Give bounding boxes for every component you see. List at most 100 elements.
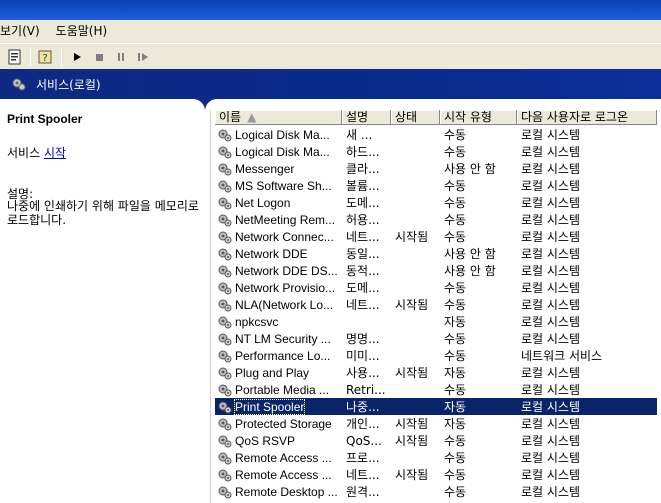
service-name: Protected Storage (235, 416, 332, 431)
table-row[interactable]: npkcsvc 자동 로컬 시스템 (215, 313, 657, 330)
service-logon-cell: 로컬 시스템 (521, 281, 581, 295)
service-name-cell: Print Spooler (215, 398, 342, 415)
start-service-button[interactable] (66, 46, 88, 68)
table-row[interactable]: Network DDE DS... 동적... 사용 안 함 로컬 시스템 (215, 262, 657, 279)
toolbar-properties-button[interactable] (4, 46, 26, 68)
service-logon-cell: 로컬 시스템 (521, 264, 581, 278)
service-startup-cell: 수동 (444, 332, 467, 346)
table-row[interactable]: Portable Media ... Retri... 수동 로컬 시스템 (215, 381, 657, 398)
service-description-cell: 네트... (346, 230, 380, 244)
menu-help[interactable]: 도움말(H) (56, 20, 114, 42)
window-title-strip (0, 0, 661, 20)
service-description-cell: 개인... (346, 417, 380, 431)
service-name-cell: Logical Disk Ma... (215, 127, 342, 143)
table-row[interactable]: NetMeeting Rem... 허용... 수동 로컬 시스템 (215, 211, 657, 228)
table-row[interactable]: Net Logon 도메... 수동 로컬 시스템 (215, 194, 657, 211)
service-description-cell: 미미... (346, 349, 380, 363)
column-header-name[interactable]: 이름 ▲ (215, 110, 342, 125)
column-header-logon-as[interactable]: 다음 사용자로 로그온 (517, 110, 657, 125)
service-description-cell: 동일... (346, 247, 380, 261)
start-service-link[interactable]: 시작 (44, 146, 66, 160)
toolbar-help-button[interactable]: ? (35, 46, 57, 68)
service-startup-cell: 수동 (444, 383, 467, 397)
table-row[interactable]: Protected Storage 개인... 시작됨 자동 로컬 시스템 (215, 415, 657, 432)
column-header-startup-type[interactable]: 시작 유형 (440, 110, 517, 125)
service-logon-cell: 네트워크 서비스 (521, 349, 603, 363)
table-row[interactable]: Logical Disk Ma... 하드... 수동 로컬 시스템 (215, 143, 657, 160)
service-name: Remote Access ... (235, 467, 332, 482)
service-description-cell: 새 ... (346, 128, 373, 142)
gear-icon (218, 214, 232, 226)
service-startup-cell: 자동 (444, 315, 467, 329)
service-startup-cell: 수동 (444, 128, 467, 142)
service-startup-cell: 수동 (444, 196, 467, 210)
table-row[interactable]: Network Provisio... 도메... 수동 로컬 시스템 (215, 279, 657, 296)
service-description-cell: 원격... (346, 485, 380, 499)
service-startup-cell: 수동 (444, 298, 467, 312)
table-row[interactable]: Performance Lo... 미미... 수동 네트워크 서비스 (215, 347, 657, 364)
service-name-cell: NLA(Network Lo... (215, 297, 342, 313)
table-row[interactable]: Print Spooler 나중... 자동 로컬 시스템 (215, 398, 657, 415)
service-logon-cell: 로컬 시스템 (521, 485, 581, 499)
table-row[interactable]: Remote Desktop ... 원격... 수동 로컬 시스템 (215, 483, 657, 500)
restart-service-button[interactable] (132, 46, 154, 68)
gear-icon (218, 486, 232, 498)
stop-service-button[interactable] (88, 46, 110, 68)
table-row[interactable]: Logical Disk Ma... 새 ... 수동 로컬 시스템 (215, 126, 657, 143)
service-startup-cell: 수동 (444, 179, 467, 193)
gear-icon (218, 401, 232, 413)
gear-icon (218, 299, 232, 311)
service-logon-cell: 로컬 시스템 (521, 145, 581, 159)
service-description-cell: 도메... (346, 281, 380, 295)
service-logon-cell: 로컬 시스템 (521, 213, 581, 227)
service-description-cell: 클라... (346, 162, 380, 176)
service-logon-cell: 로컬 시스템 (521, 315, 581, 329)
service-logon-cell: 로컬 시스템 (521, 162, 581, 176)
table-row[interactable]: Remote Access ... 네트... 시작됨 수동 로컬 시스템 (215, 466, 657, 483)
service-logon-cell: 로컬 시스템 (521, 383, 581, 397)
service-description-cell: 동적... (346, 264, 380, 278)
table-row[interactable]: NLA(Network Lo... 네트... 시작됨 수동 로컬 시스템 (215, 296, 657, 313)
service-name-cell: Remote Desktop ... (215, 484, 342, 500)
table-row[interactable]: Remote Access ... 프로... 수동 로컬 시스템 (215, 449, 657, 466)
service-name: npkcsvc (235, 314, 279, 329)
service-name-cell: Network DDE DS... (215, 263, 342, 279)
service-logon-cell: 로컬 시스템 (521, 417, 581, 431)
column-header-status[interactable]: 상태 (391, 110, 440, 125)
gear-icon (218, 248, 232, 260)
service-rows: Logical Disk Ma... 새 ... 수동 로컬 시스템 Logical D… (215, 126, 657, 500)
menu-view[interactable]: 보기(V) (0, 20, 46, 42)
column-header-description[interactable]: 설명 (342, 110, 391, 125)
service-name-cell: Plug and Play (215, 365, 342, 381)
service-description-cell: 사용... (346, 366, 380, 380)
service-description-cell: 네트... (346, 468, 380, 482)
service-logon-cell: 로컬 시스템 (521, 196, 581, 210)
service-name: Network Provisio... (235, 280, 336, 295)
table-row[interactable]: NT LM Security ... 명명... 수동 로컬 시스템 (215, 330, 657, 347)
service-startup-cell: 수동 (444, 485, 467, 499)
table-row[interactable]: Plug and Play 사용... 시작됨 자동 로컬 시스템 (215, 364, 657, 381)
service-startup-cell: 수동 (444, 434, 467, 448)
table-row[interactable]: QoS RSVP QoS... 시작됨 수동 로컬 시스템 (215, 432, 657, 449)
service-status-cell: 시작됨 (395, 366, 429, 380)
table-row[interactable]: MS Software Sh... 볼륨... 수동 로컬 시스템 (215, 177, 657, 194)
service-name: NetMeeting Rem... (235, 212, 336, 227)
gear-icon (218, 163, 232, 175)
service-name-cell: Messenger (215, 161, 342, 177)
service-name: NLA(Network Lo... (235, 297, 334, 312)
service-logon-cell: 로컬 시스템 (521, 468, 581, 482)
banner-title: 서비스(로컬) (36, 77, 101, 92)
service-name-cell: MS Software Sh... (215, 178, 342, 194)
table-row[interactable]: Messenger 클라... 사용 안 함 로컬 시스템 (215, 160, 657, 177)
table-row[interactable]: Network Connec... 네트... 시작됨 수동 로컬 시스템 (215, 228, 657, 245)
toolbar-separator (30, 47, 31, 66)
services-list-pane: 이름 ▲ 설명 상태 시작 유형 다음 사용자로 로그온 Logical Disk… (211, 110, 661, 503)
service-name: Logical Disk Ma... (235, 127, 330, 142)
service-name-cell: Network DDE (215, 246, 342, 262)
service-name: MS Software Sh... (235, 178, 332, 193)
table-row[interactable]: Network DDE 동일... 사용 안 함 로컬 시스템 (215, 245, 657, 262)
pause-service-button[interactable] (110, 46, 132, 68)
service-startup-cell: 수동 (444, 145, 467, 159)
service-startup-cell: 수동 (444, 468, 467, 482)
service-name: Remote Desktop ... (235, 484, 338, 499)
